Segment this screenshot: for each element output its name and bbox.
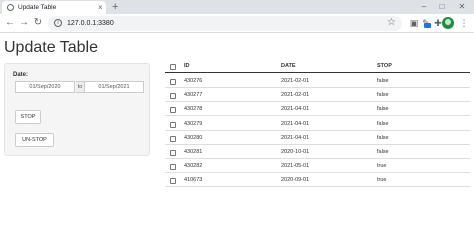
forward-icon[interactable]: → <box>18 17 30 29</box>
info-icon[interactable]: i <box>54 19 62 27</box>
table-row[interactable]: 430280 2021-04-01 false <box>165 133 470 145</box>
table-row[interactable]: 430282 2021-05-01 true <box>165 161 470 174</box>
row-checkbox[interactable] <box>170 164 176 171</box>
cell-date: 2020-09-01 <box>281 177 310 184</box>
row-checkbox[interactable] <box>170 107 176 114</box>
cell-id: 430282 <box>184 163 203 170</box>
column-header-stop[interactable]: STOP <box>377 61 392 72</box>
start-date-input[interactable]: 01/Sep/2020 <box>15 81 75 93</box>
cell-id: 430277 <box>184 92 203 99</box>
table-row[interactable]: 430281 2020-10-01 false <box>165 147 470 159</box>
stop-button[interactable]: STOP <box>15 110 41 124</box>
row-checkbox[interactable] <box>170 178 176 185</box>
browser-tab[interactable]: Update Table × <box>2 1 106 14</box>
row-checkbox[interactable] <box>170 121 176 128</box>
maximize-icon[interactable]: □ <box>434 0 450 14</box>
cell-stop: false <box>377 92 389 99</box>
unstop-button[interactable]: UN-STOP <box>15 133 54 147</box>
cell-id: 430276 <box>184 78 203 84</box>
cell-date: 2021-02-01 <box>281 92 310 99</box>
row-checkbox[interactable] <box>170 150 176 156</box>
cell-stop: false <box>377 78 389 84</box>
cell-stop: false <box>377 149 389 155</box>
url-text[interactable]: 127.0.0.1:3380 <box>67 19 114 28</box>
date-label: Date: <box>13 72 29 78</box>
table-row[interactable]: 430277 2021-02-01 false <box>165 90 470 103</box>
star-icon[interactable]: ☆ <box>387 17 396 29</box>
table-row[interactable]: 430279 2021-04-01 false <box>165 119 470 131</box>
window-close-icon[interactable]: ✕ <box>454 0 470 14</box>
select-all-checkbox[interactable] <box>170 64 176 70</box>
address-bar[interactable]: i 127.0.0.1:3380 ☆ <box>48 16 402 31</box>
globe-icon <box>7 4 14 11</box>
column-header-id[interactable]: ID <box>184 61 190 72</box>
minimize-icon[interactable]: – <box>416 0 432 14</box>
cell-stop: true <box>377 177 387 184</box>
close-icon[interactable]: × <box>98 3 103 12</box>
tab-strip: Update Table × + – □ ✕ <box>0 0 474 14</box>
cell-stop: false <box>377 106 389 113</box>
cell-date: 2021-04-01 <box>281 120 310 127</box>
menu-icon[interactable]: ⋮ <box>458 17 470 29</box>
cell-date: 2021-04-01 <box>281 134 310 141</box>
cell-date: 2021-05-01 <box>281 163 310 170</box>
table-row[interactable]: 410673 2020-09-01 true <box>165 175 470 188</box>
row-checkbox[interactable] <box>170 79 176 85</box>
page-title: Update Table <box>4 39 98 56</box>
row-checkbox[interactable] <box>170 93 176 100</box>
extension-badge-icon[interactable]: ✎ <box>420 17 432 29</box>
back-icon[interactable]: ← <box>4 17 16 29</box>
date-range-separator: to <box>76 81 84 93</box>
cell-id: 430278 <box>184 106 203 113</box>
table-row[interactable]: 430276 2021-02-01 false <box>165 76 470 88</box>
cell-date: 2020-10-01 <box>281 149 310 155</box>
row-checkbox[interactable] <box>170 135 176 142</box>
reload-icon[interactable]: ↻ <box>32 17 44 29</box>
end-date-input[interactable]: 01/Sep/2021 <box>84 81 144 93</box>
cell-stop: true <box>377 163 387 170</box>
new-tab-button[interactable]: + <box>112 0 118 14</box>
cell-id: 430281 <box>184 149 203 155</box>
column-header-date[interactable]: DATE <box>281 61 296 72</box>
browser-toolbar: ← → ↻ i 127.0.0.1:3380 ☆ ▣ ✎ ✚ ⋮ <box>0 14 474 33</box>
cell-stop: false <box>377 134 389 141</box>
cell-id: 430279 <box>184 120 203 127</box>
cell-id: 430280 <box>184 134 203 141</box>
table-header: ID DATE STOP <box>165 61 470 73</box>
cell-stop: false <box>377 120 389 127</box>
filter-panel: Date: 01/Sep/2020 to 01/Sep/2021 STOP UN… <box>4 63 150 156</box>
cell-id: 410673 <box>184 177 203 184</box>
tab-title: Update Table <box>18 4 57 11</box>
avatar[interactable] <box>442 17 454 29</box>
table-row[interactable]: 430278 2021-04-01 false <box>165 104 470 117</box>
extension-icon[interactable]: ▣ <box>408 17 420 29</box>
cell-date: 2021-02-01 <box>281 78 310 84</box>
cell-date: 2021-04-01 <box>281 106 310 113</box>
